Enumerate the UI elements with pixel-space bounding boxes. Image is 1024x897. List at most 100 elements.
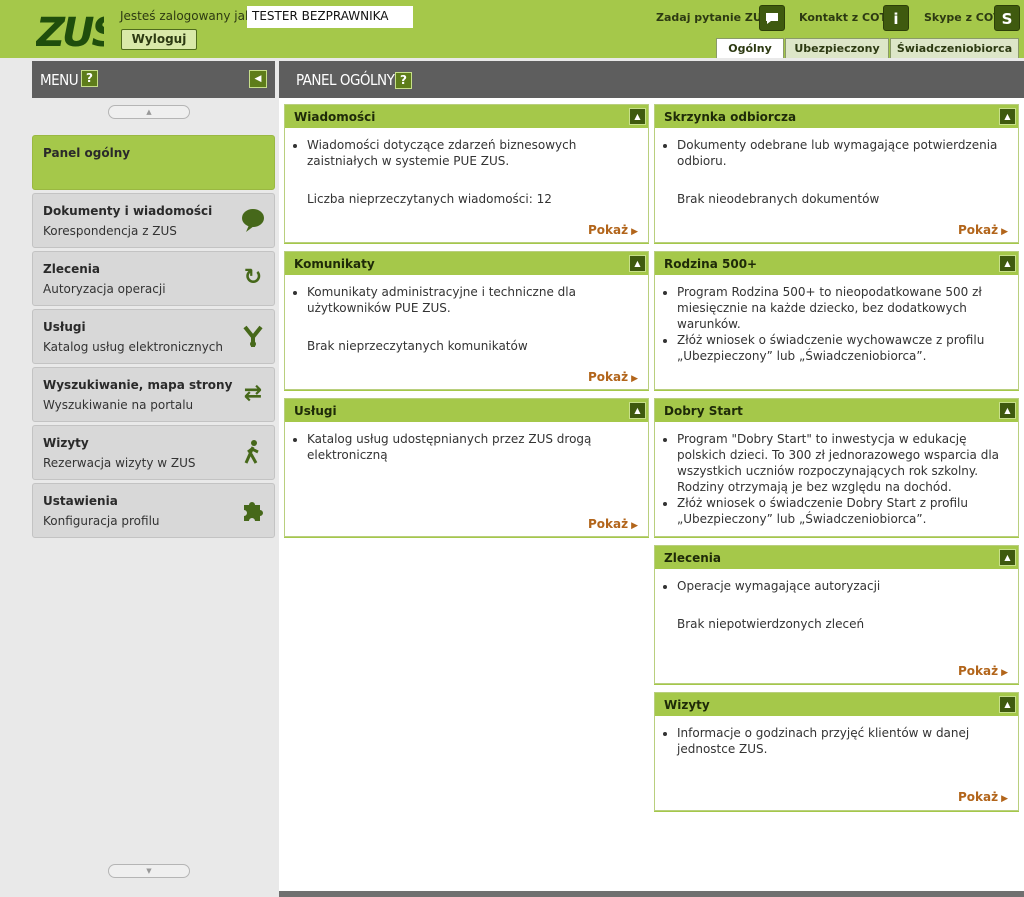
panel-bottom-bar <box>279 891 1024 897</box>
top-header: ZUS Jesteś zalogowany jako TESTER BEZPRA… <box>0 0 1024 58</box>
card-bullet: Dokumenty odebrane lub wymagające potwie… <box>677 137 1010 169</box>
card-wiadomosci: Wiadomości ▲ Wiadomości dotyczące zdarze… <box>284 104 649 243</box>
card-bullets: Dokumenty odebrane lub wymagające potwie… <box>677 137 1010 169</box>
menu-item-subtitle: Katalog usług elektronicznych <box>43 340 223 354</box>
collapse-card-icon[interactable]: ▲ <box>999 549 1016 566</box>
arrow-right-icon: ▶ <box>631 227 638 237</box>
menu-scroll-up-button[interactable]: ▲ <box>108 105 190 119</box>
walking-person-icon <box>240 439 266 465</box>
card-header: Zlecenia ▲ <box>655 546 1018 569</box>
arrow-right-icon: ▶ <box>1001 227 1008 237</box>
info-icon[interactable]: i <box>883 5 909 31</box>
card-bullets: Informacje o godzinach przyjęć klientów … <box>677 725 1010 757</box>
collapse-card-icon[interactable]: ▲ <box>629 255 646 272</box>
menu-item-wizyty[interactable]: Wizyty Rezerwacja wizyty w ZUS <box>32 425 275 480</box>
card-header: Wizyty ▲ <box>655 693 1018 716</box>
menu-item-zlecenia[interactable]: Zlecenia Autoryzacja operacji ↻ <box>32 251 275 306</box>
svg-text:ZUS: ZUS <box>36 10 104 50</box>
card-header: Komunikaty ▲ <box>285 252 648 275</box>
card-header: Skrzynka odbiorcza ▲ <box>655 105 1018 128</box>
card-rodzina-500: Rodzina 500+ ▲ Program Rodzina 500+ to n… <box>654 251 1019 390</box>
card-skrzynka-odbiorcza: Skrzynka odbiorcza ▲ Dokumenty odebrane … <box>654 104 1019 243</box>
tab-swiadczeniobiorca[interactable]: Świadczeniobiorca <box>890 38 1019 58</box>
card-wizyty: Wizyty ▲ Informacje o godzinach przyjęć … <box>654 692 1019 811</box>
collapse-card-icon[interactable]: ▲ <box>629 108 646 125</box>
panel-header: PANEL OGÓLNY ? <box>279 61 1024 98</box>
collapse-card-icon[interactable]: ▲ <box>999 255 1016 272</box>
menu-item-panel-ogolny[interactable]: Panel ogólny <box>32 135 275 190</box>
menu-item-subtitle: Autoryzacja operacji <box>43 282 166 296</box>
menu-item-title: Ustawienia <box>43 494 118 508</box>
card-title: Wizyty <box>664 698 710 712</box>
skype-cot-link[interactable]: Skype z COT <box>924 11 1001 24</box>
card-bullets: Wiadomości dotyczące zdarzeń biznesowych… <box>307 137 640 169</box>
card-header: Wiadomości ▲ <box>285 105 648 128</box>
show-link[interactable]: Pokaż ▶ <box>958 223 1008 237</box>
card-header: Dobry Start ▲ <box>655 399 1018 422</box>
menu-help-icon[interactable]: ? <box>81 70 98 87</box>
menu-title: MENU <box>40 71 79 89</box>
card-header: Usługi ▲ <box>285 399 648 422</box>
card-title: Wiadomości <box>294 110 376 124</box>
menu-item-subtitle: Wyszukiwanie na portalu <box>43 398 194 412</box>
card-bullet: Katalog usług udostępnianych przez ZUS d… <box>307 431 640 463</box>
card-title: Rodzina 500+ <box>664 257 758 271</box>
tab-ogolny[interactable]: Ogólny <box>716 38 784 58</box>
card-bullet: Komunikaty administracyjne i techniczne … <box>307 284 640 316</box>
show-link[interactable]: Pokaż ▶ <box>958 664 1008 678</box>
menu-item-title: Panel ogólny <box>43 146 131 160</box>
menu-item-uslugi[interactable]: Usługi Katalog usług elektronicznych <box>32 309 275 364</box>
show-link[interactable]: Pokaż ▶ <box>588 223 638 237</box>
card-bullet: Złóż wniosek o świadczenie wychowawcze z… <box>677 332 1010 364</box>
card-bullets: Katalog usług udostępnianych przez ZUS d… <box>307 431 640 463</box>
user-name: TESTER BEZPRAWNIKA <box>247 6 413 28</box>
card-bullet: Program "Dobry Start" to inwestycja w ed… <box>677 431 1010 495</box>
card-bullets: Program Rodzina 500+ to nieopodatkowane … <box>677 284 1010 364</box>
card-bullets: Komunikaty administracyjne i techniczne … <box>307 284 640 316</box>
collapse-card-icon[interactable]: ▲ <box>629 402 646 419</box>
skype-icon[interactable]: S <box>994 5 1020 31</box>
show-link[interactable]: Pokaż ▶ <box>588 517 638 531</box>
card-title: Usługi <box>294 404 337 418</box>
card-bullet: Operacje wymagające autoryzacji <box>677 578 1010 594</box>
arrow-right-icon: ▶ <box>631 521 638 531</box>
menu-item-wyszukiwanie[interactable]: Wyszukiwanie, mapa strony Wyszukiwanie n… <box>32 367 275 422</box>
collapse-card-icon[interactable]: ▲ <box>999 696 1016 713</box>
panel-title: PANEL OGÓLNY <box>296 71 395 89</box>
show-link[interactable]: Pokaż ▶ <box>958 790 1008 804</box>
card-dobry-start: Dobry Start ▲ Program "Dobry Start" to i… <box>654 398 1019 537</box>
menu-item-subtitle: Korespondencja z ZUS <box>43 224 177 238</box>
menu-item-ustawienia[interactable]: Ustawienia Konfiguracja profilu <box>32 483 275 538</box>
menu-scroll-down-button[interactable]: ▼ <box>108 864 190 878</box>
card-title: Zlecenia <box>664 551 721 565</box>
card-bullet: Program Rodzina 500+ to nieopodatkowane … <box>677 284 1010 332</box>
ask-question-link[interactable]: Zadaj pytanie ZUS <box>656 11 770 24</box>
collapse-card-icon[interactable]: ▲ <box>999 402 1016 419</box>
card-note: Liczba nieprzeczytanych wiadomości: 12 <box>307 192 552 206</box>
puzzle-icon <box>240 497 266 523</box>
card-zlecenia: Zlecenia ▲ Operacje wymagające autoryzac… <box>654 545 1019 684</box>
menu-item-subtitle: Konfiguracja profilu <box>43 514 160 528</box>
collapse-card-icon[interactable]: ▲ <box>999 108 1016 125</box>
tab-ubezpieczony[interactable]: Ubezpieczony <box>785 38 889 58</box>
panel-help-icon[interactable]: ? <box>395 72 412 89</box>
zus-logo[interactable]: ZUS <box>36 8 104 50</box>
arrow-right-icon: ▶ <box>631 374 638 384</box>
collapse-menu-icon[interactable]: ◀ <box>249 70 267 88</box>
contact-cot-link[interactable]: Kontakt z COT <box>799 11 887 24</box>
card-uslugi: Usługi ▲ Katalog usług udostępnianych pr… <box>284 398 649 537</box>
chat-icon[interactable] <box>759 5 785 31</box>
menu-item-dokumenty[interactable]: Dokumenty i wiadomości Korespondencja z … <box>32 193 275 248</box>
card-bullets: Program "Dobry Start" to inwestycja w ed… <box>677 431 1010 527</box>
speech-bubble-icon <box>240 207 266 233</box>
card-bullet: Wiadomości dotyczące zdarzeń biznesowych… <box>307 137 640 169</box>
menu-item-subtitle: Rezerwacja wizyty w ZUS <box>43 456 196 470</box>
menu-item-title: Usługi <box>43 320 86 334</box>
menu-header: MENU ? ◀ <box>32 61 275 98</box>
show-link[interactable]: Pokaż ▶ <box>588 370 638 384</box>
card-title: Dobry Start <box>664 404 743 418</box>
logout-button[interactable]: Wyloguj <box>121 29 197 50</box>
sync-icon: ⇄ <box>243 381 263 406</box>
branch-icon <box>240 323 266 349</box>
logged-in-label: Jesteś zalogowany jako <box>120 9 259 23</box>
